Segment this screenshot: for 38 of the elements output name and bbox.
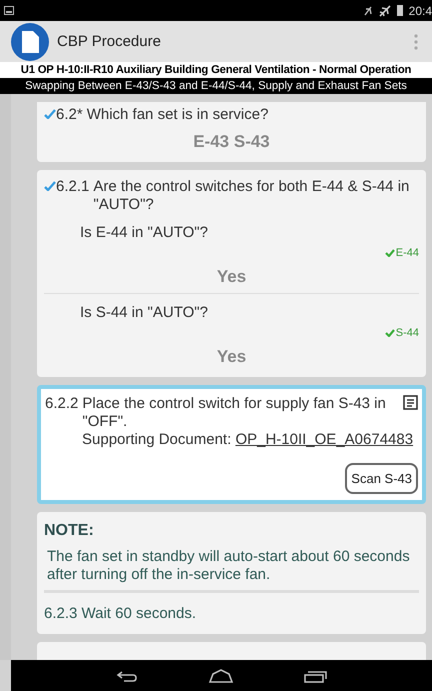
- document-icon[interactable]: [403, 395, 418, 410]
- app-logo-icon[interactable]: [11, 22, 49, 60]
- note-card[interactable]: NOTE: The fan set in standby will auto-start about 60 seconds after turning off the in-service fan. 6.2.3 Wait 60 seconds.: [37, 512, 426, 634]
- recent-apps-icon[interactable]: [304, 668, 328, 682]
- status-time: 20:4: [408, 4, 432, 18]
- app-title: CBP Procedure: [57, 33, 162, 50]
- step-text: Place the control switch for supply fan S-43 in "OFF".: [82, 395, 387, 431]
- back-icon[interactable]: [116, 670, 138, 682]
- checkmark-icon: [384, 249, 395, 257]
- image-notification-icon: [4, 6, 14, 15]
- procedure-subtitle: Swapping Between E-43/S-43 and E-44/S-44, Supply and Exhaust Fan Sets: [0, 78, 432, 94]
- step-text: Are the control switches for both E-44 & S-44 in "AUTO"?: [93, 178, 410, 214]
- battery-icon: [396, 5, 403, 16]
- step-card[interactable]: 6.2* Which fan set is in service? E-43 S-43: [37, 102, 426, 162]
- document-label: Supporting Document:: [82, 431, 232, 448]
- checkmark-icon: [384, 329, 395, 337]
- step-number: 6.2.2: [45, 395, 78, 414]
- step-text: 6.2.3 Wait 60 seconds.: [44, 604, 198, 624]
- verified-label: S-44: [396, 327, 419, 339]
- document-link[interactable]: OP_H-10II_OE_A0674483: [235, 431, 414, 448]
- note-heading: NOTE:: [44, 521, 95, 541]
- step-number: 6.2*: [56, 106, 83, 124]
- check-answer: Yes: [216, 346, 246, 368]
- check-question: Is E-44 in "AUTO"?: [79, 223, 209, 241]
- airplane-icon: [378, 4, 391, 16]
- home-icon[interactable]: [208, 668, 234, 682]
- check-answer: Yes: [216, 266, 246, 288]
- step-answer: E-43 S-43: [193, 131, 270, 153]
- step-text: Which fan set is in service?: [86, 106, 270, 124]
- muted-icon: [362, 4, 373, 16]
- procedure-title: U1 OP H-10:II-R10 Auxiliary Building General Ventilation - Normal Operation: [0, 62, 432, 78]
- scan-button[interactable]: Scan S-43: [345, 463, 418, 494]
- note-text: The fan set in standby will auto-start about 60 seconds after turning off the in-service fan.: [46, 547, 411, 585]
- step-card[interactable]: 6.2.2 Place the control switch for supply fan S-43 in "OFF". Supporting Document: OP_H-10II_OE_A0674483 Scan S-43: [37, 385, 426, 504]
- verified-label: E-44: [396, 247, 419, 259]
- step-card[interactable]: 6.2.1 Are the control switches for both E-44 & S-44 in "AUTO"? Is E-44 in "AUTO"? E-44 Yes Is S-44 in "AUTO"? S-44 Yes: [37, 170, 426, 377]
- step-number: 6.2.1: [56, 178, 90, 197]
- check-question: Is S-44 in "AUTO"?: [79, 303, 209, 321]
